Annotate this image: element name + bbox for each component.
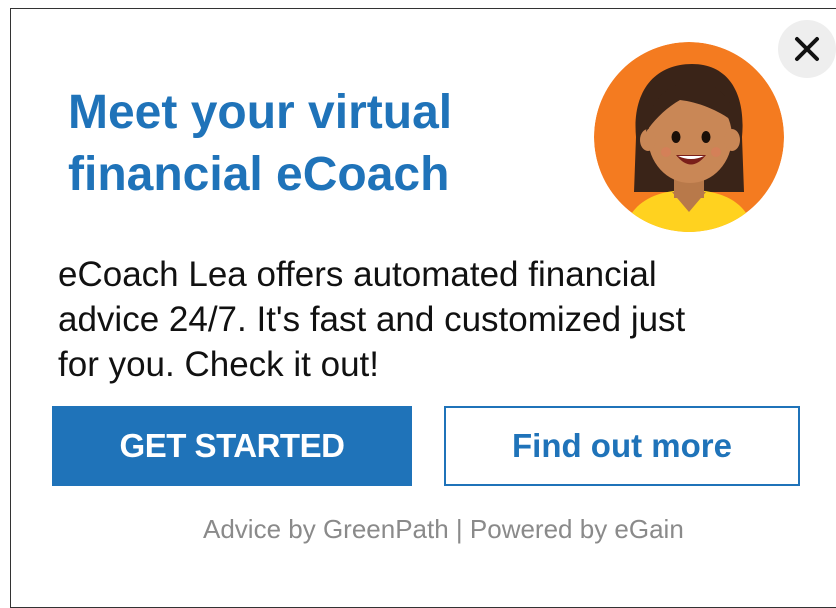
description-line: for you. Check it out! [58,345,379,384]
title-line: financial eCoach [68,148,450,201]
find-out-more-button[interactable]: Find out more [444,406,800,486]
close-button[interactable] [778,20,836,78]
get-started-button[interactable]: GET STARTED [52,406,412,486]
close-icon [795,37,819,61]
title-line: Meet your virtual [68,86,453,139]
popup-title: Meet your virtual financial eCoach [68,82,568,206]
popup-description: eCoach Lea offers automated financial ad… [58,252,818,387]
attribution-text: Advice by GreenPath | Powered by eGain [203,514,684,544]
description-line: advice 24/7. It's fast and customized ju… [58,300,686,339]
description-line: eCoach Lea offers automated financial [58,255,657,294]
woman-avatar-icon [594,42,784,232]
